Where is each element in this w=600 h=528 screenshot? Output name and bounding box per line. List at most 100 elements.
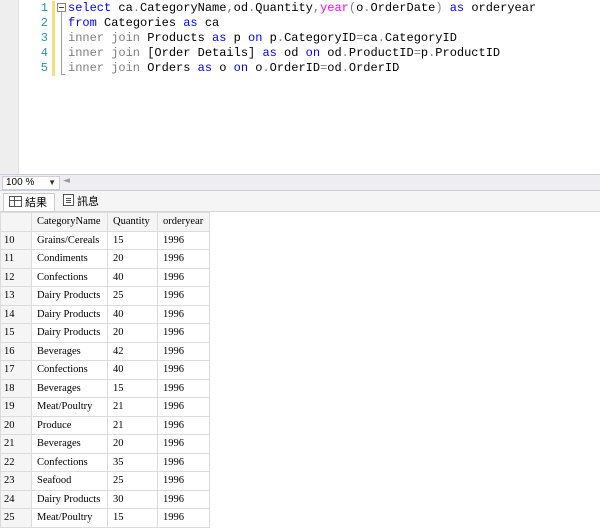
cell-quantity[interactable]: 20 (107, 323, 158, 343)
cell-quantity[interactable]: 25 (107, 471, 158, 491)
row-number[interactable]: 25 (0, 508, 32, 528)
row-number[interactable]: 23 (0, 471, 32, 491)
code-line[interactable]: inner join [Order Details] as od on od.P… (68, 46, 500, 61)
cell-quantity[interactable]: 40 (107, 304, 158, 324)
row-number[interactable]: 11 (0, 249, 32, 269)
row-number[interactable]: 22 (0, 452, 32, 472)
cell-orderyear[interactable]: 1996 (157, 267, 210, 287)
cell-orderyear[interactable]: 1996 (157, 508, 210, 528)
row-number[interactable]: 15 (0, 323, 32, 343)
cell-quantity[interactable]: 20 (107, 249, 158, 269)
row-number[interactable]: 13 (0, 286, 32, 306)
row-number[interactable]: 17 (0, 360, 32, 380)
row-number[interactable]: 14 (0, 304, 32, 324)
cell-categoryname[interactable]: Beverages (31, 434, 108, 454)
sql-editor[interactable]: 1 2 3 4 5 select ca.CategoryName,od.Quan… (0, 0, 600, 174)
cell-orderyear[interactable]: 1996 (157, 341, 210, 361)
cell-orderyear[interactable]: 1996 (157, 397, 210, 417)
scroll-left-icon[interactable]: ◄ (63, 176, 70, 186)
table-row[interactable]: 24 Dairy Products 30 1996 (0, 489, 210, 509)
cell-quantity[interactable]: 25 (107, 286, 158, 306)
code-token: o (212, 61, 234, 75)
cell-categoryname[interactable]: Beverages (31, 378, 108, 398)
row-number[interactable]: 21 (0, 434, 32, 454)
cell-orderyear[interactable]: 1996 (157, 378, 210, 398)
cell-categoryname[interactable]: Confections (31, 267, 108, 287)
cell-orderyear[interactable]: 1996 (157, 471, 210, 491)
row-number[interactable]: 12 (0, 267, 32, 287)
table-row[interactable]: 22 Confections 35 1996 (0, 452, 210, 472)
cell-categoryname[interactable]: Dairy Products (31, 323, 108, 343)
code-line[interactable]: from Categories as ca (68, 16, 219, 31)
cell-orderyear[interactable]: 1996 (157, 360, 210, 380)
cell-quantity[interactable]: 15 (107, 378, 158, 398)
code-line[interactable]: inner join Orders as o on o.OrderID=od.O… (68, 61, 399, 76)
table-row[interactable]: 11 Condiments 20 1996 (0, 249, 210, 269)
cell-categoryname[interactable]: Meat/Poultry (31, 397, 108, 417)
row-number[interactable]: 20 (0, 415, 32, 435)
cell-quantity[interactable]: 15 (107, 508, 158, 528)
row-number[interactable]: 10 (0, 230, 32, 250)
cell-quantity[interactable]: 35 (107, 452, 158, 472)
code-line[interactable]: inner join Products as p on p.CategoryID… (68, 31, 457, 46)
table-row[interactable]: 25 Meat/Poultry 15 1996 (0, 508, 210, 528)
cell-quantity[interactable]: 40 (107, 267, 158, 287)
code-line[interactable]: select ca.CategoryName,od.Quantity,year(… (68, 1, 536, 16)
cell-categoryname[interactable]: Confections (31, 452, 108, 472)
tab-messages[interactable]: 訊息 (58, 193, 112, 210)
column-header-categoryname[interactable]: CategoryName (31, 212, 108, 232)
cell-categoryname[interactable]: Produce (31, 415, 108, 435)
cell-quantity[interactable]: 40 (107, 360, 158, 380)
cell-quantity[interactable]: 30 (107, 489, 158, 509)
cell-categoryname[interactable]: Meat/Poultry (31, 508, 108, 528)
cell-orderyear[interactable]: 1996 (157, 249, 210, 269)
cell-categoryname[interactable]: Beverages (31, 341, 108, 361)
row-number[interactable]: 24 (0, 489, 32, 509)
cell-quantity[interactable]: 21 (107, 415, 158, 435)
zoom-dropdown[interactable]: 100 % ▼ (2, 176, 60, 190)
cell-orderyear[interactable]: 1996 (157, 286, 210, 306)
tab-results[interactable]: 結果 (3, 193, 55, 211)
code-token: od (320, 46, 342, 60)
cell-orderyear[interactable]: 1996 (157, 434, 210, 454)
cell-orderyear[interactable]: 1996 (157, 304, 210, 324)
cell-categoryname[interactable]: Dairy Products (31, 489, 108, 509)
table-row[interactable]: 10 Grains/Cereals 15 1996 (0, 230, 210, 250)
table-row[interactable]: 20 Produce 21 1996 (0, 415, 210, 435)
table-row[interactable]: 16 Beverages 42 1996 (0, 341, 210, 361)
row-number[interactable]: 19 (0, 397, 32, 417)
table-row[interactable]: 13 Dairy Products 25 1996 (0, 286, 210, 306)
table-row[interactable]: 21 Beverages 20 1996 (0, 434, 210, 454)
table-row[interactable]: 17 Confections 40 1996 (0, 360, 210, 380)
collapse-icon[interactable] (57, 3, 66, 12)
table-row[interactable]: 14 Dairy Products 40 1996 (0, 304, 210, 324)
cell-quantity[interactable]: 21 (107, 397, 158, 417)
cell-orderyear[interactable]: 1996 (157, 323, 210, 343)
cell-orderyear[interactable]: 1996 (157, 230, 210, 250)
table-row[interactable]: 18 Beverages 15 1996 (0, 378, 210, 398)
line-number: 1 (40, 1, 48, 15)
cell-orderyear[interactable]: 1996 (157, 452, 210, 472)
table-row[interactable]: 23 Seafood 25 1996 (0, 471, 210, 491)
cell-categoryname[interactable]: Dairy Products (31, 304, 108, 324)
row-number[interactable]: 18 (0, 378, 32, 398)
cell-categoryname[interactable]: Dairy Products (31, 286, 108, 306)
table-row[interactable]: 19 Meat/Poultry 21 1996 (0, 397, 210, 417)
column-header-orderyear[interactable]: orderyear (157, 212, 210, 232)
table-row[interactable]: 15 Dairy Products 20 1996 (0, 323, 210, 343)
cell-categoryname[interactable]: Seafood (31, 471, 108, 491)
cell-quantity[interactable]: 20 (107, 434, 158, 454)
cell-quantity[interactable]: 15 (107, 230, 158, 250)
table-row[interactable]: 12 Confections 40 1996 (0, 267, 210, 287)
cell-categoryname[interactable]: Confections (31, 360, 108, 380)
code-token: Categories (96, 16, 184, 30)
cell-categoryname[interactable]: Grains/Cereals (31, 230, 108, 250)
grid-corner-cell[interactable] (0, 212, 32, 232)
row-number[interactable]: 16 (0, 341, 32, 361)
column-header-quantity[interactable]: Quantity (107, 212, 158, 232)
cell-orderyear[interactable]: 1996 (157, 415, 210, 435)
cell-orderyear[interactable]: 1996 (157, 489, 210, 509)
cell-categoryname[interactable]: Condiments (31, 249, 108, 269)
cell-quantity[interactable]: 42 (107, 341, 158, 361)
results-grid[interactable]: CategoryName Quantity orderyear 10 Grains… (0, 212, 210, 528)
